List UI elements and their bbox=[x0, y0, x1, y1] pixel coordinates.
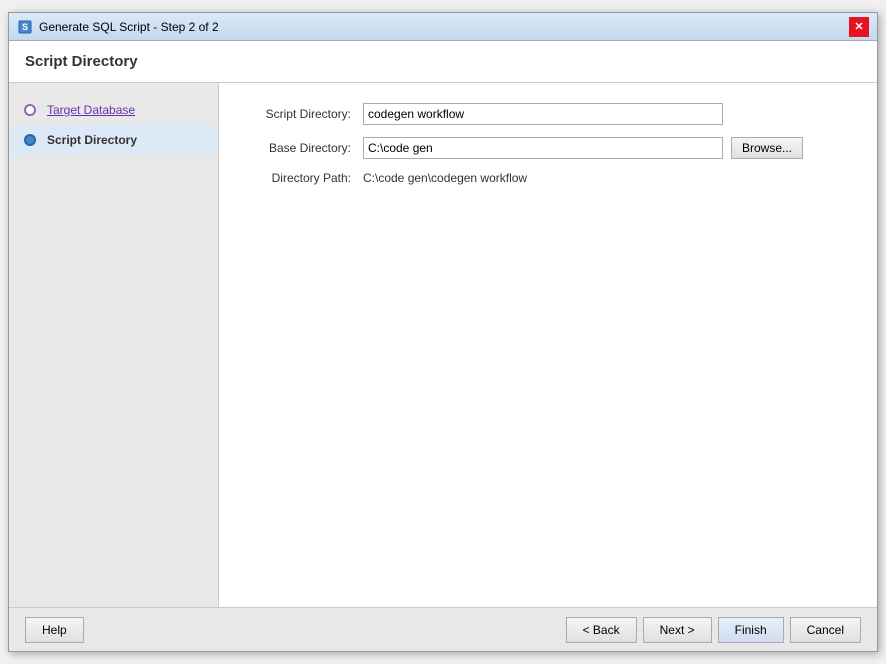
base-directory-row: Base Directory: Browse... bbox=[243, 137, 853, 159]
finish-button[interactable]: Finish bbox=[718, 617, 784, 643]
svg-text:S: S bbox=[22, 22, 28, 32]
sidebar: Target Database Script Directory bbox=[9, 83, 219, 607]
cancel-button[interactable]: Cancel bbox=[790, 617, 861, 643]
script-directory-input[interactable] bbox=[363, 103, 723, 125]
script-directory-icon bbox=[21, 131, 39, 149]
footer-left: Help bbox=[25, 617, 566, 643]
app-icon: S bbox=[17, 19, 33, 35]
next-button[interactable]: Next > bbox=[643, 617, 712, 643]
directory-path-label: Directory Path: bbox=[243, 171, 363, 185]
script-directory-label: Script Directory: bbox=[243, 107, 363, 121]
main-window: S Generate SQL Script - Step 2 of 2 ✕ Sc… bbox=[8, 12, 878, 652]
title-bar: S Generate SQL Script - Step 2 of 2 ✕ bbox=[9, 13, 877, 41]
directory-path-row: Directory Path: C:\code gen\codegen work… bbox=[243, 171, 853, 185]
script-directory-row: Script Directory: bbox=[243, 103, 853, 125]
main-panel: Script Directory: Base Directory: Browse… bbox=[219, 83, 877, 607]
footer: Help < Back Next > Finish Cancel bbox=[9, 607, 877, 651]
sidebar-item-target-database[interactable]: Target Database bbox=[9, 95, 218, 125]
base-directory-input[interactable] bbox=[363, 137, 723, 159]
page-header: Script Directory bbox=[9, 41, 877, 83]
base-directory-label: Base Directory: bbox=[243, 141, 363, 155]
browse-button[interactable]: Browse... bbox=[731, 137, 803, 159]
sidebar-item-script-directory[interactable]: Script Directory bbox=[9, 125, 218, 155]
target-database-icon bbox=[21, 101, 39, 119]
help-button[interactable]: Help bbox=[25, 617, 84, 643]
footer-right: < Back Next > Finish Cancel bbox=[566, 617, 861, 643]
sidebar-item-label-script-directory: Script Directory bbox=[47, 133, 137, 147]
directory-path-value: C:\code gen\codegen workflow bbox=[363, 171, 527, 185]
title-bar-text: Generate SQL Script - Step 2 of 2 bbox=[39, 20, 849, 34]
page-title: Script Directory bbox=[25, 53, 861, 70]
close-button[interactable]: ✕ bbox=[849, 17, 869, 37]
back-button[interactable]: < Back bbox=[566, 617, 637, 643]
sidebar-item-label-target-database: Target Database bbox=[47, 103, 135, 117]
content-area: Target Database Script Directory Script … bbox=[9, 83, 877, 607]
